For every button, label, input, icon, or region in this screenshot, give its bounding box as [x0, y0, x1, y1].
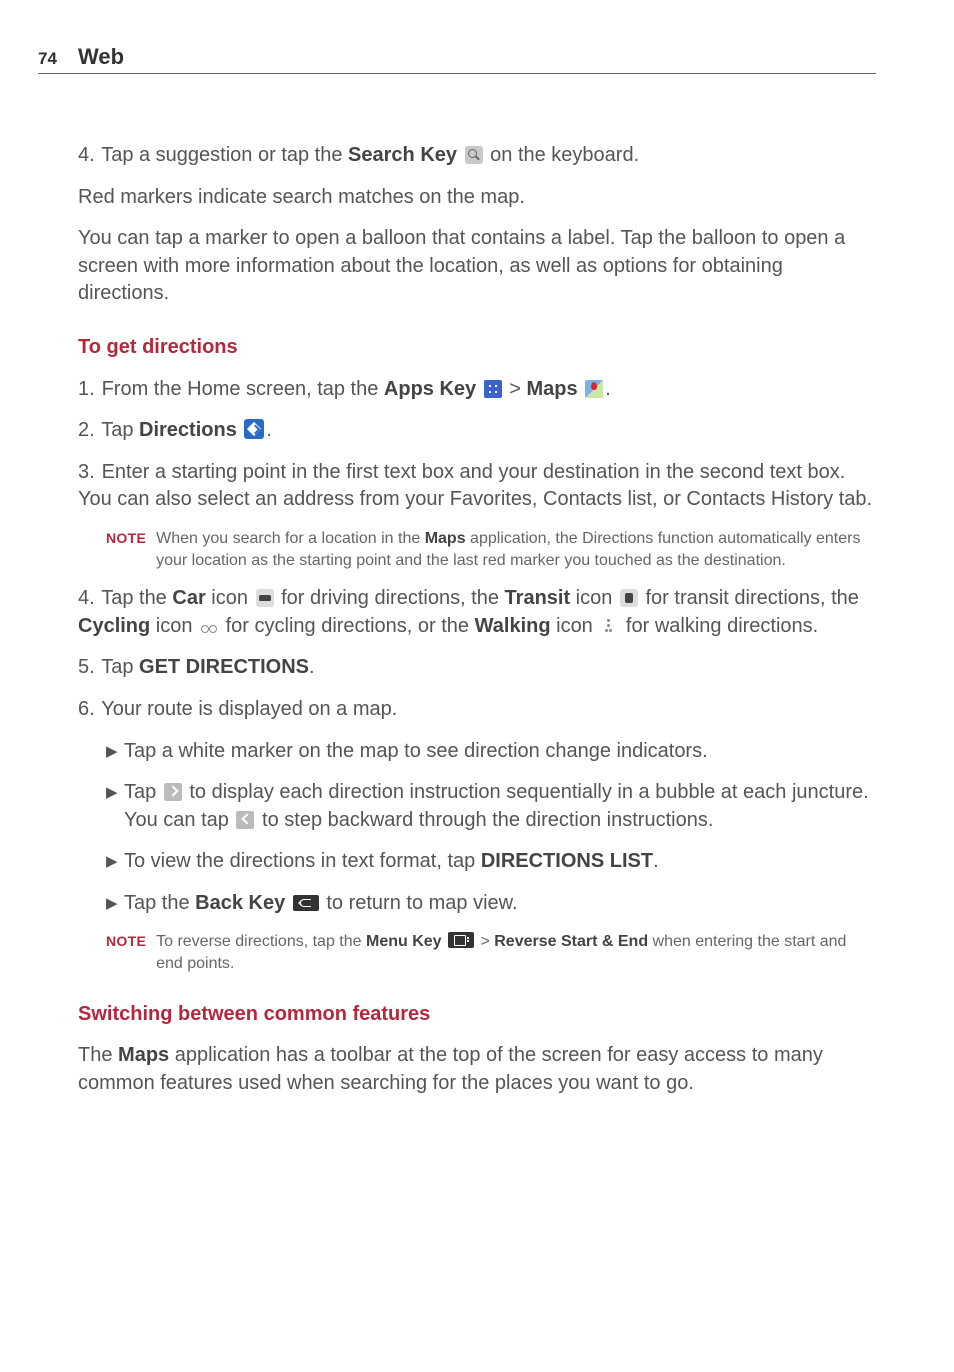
dir-step-3: 3. Enter a starting point in the first t…: [78, 459, 876, 514]
directions-label: Directions: [139, 419, 237, 441]
get-directions-label: GET DIRECTIONS: [139, 656, 309, 678]
menu-icon: [448, 932, 474, 948]
heading-switching: Switching between common features: [78, 1001, 876, 1029]
next-icon: [164, 783, 182, 801]
step-number: 3.: [78, 459, 96, 487]
text: To view the directions in text format, t…: [124, 850, 481, 872]
dir-step-2: 2. Tap Directions .: [78, 417, 876, 445]
dir-step-4: 4. Tap the Car icon for driving directio…: [78, 585, 876, 640]
text: to step backward through the direction i…: [256, 809, 713, 831]
text: To view the directions in text format, t…: [124, 848, 876, 876]
bullet-2: ▶ Tap to display each direction instruct…: [106, 779, 876, 834]
bullet-icon: ▶: [106, 890, 124, 918]
heading-get-directions: To get directions: [78, 334, 876, 362]
note-label: NOTE: [106, 528, 146, 571]
directions-list-label: DIRECTIONS LIST: [481, 850, 653, 872]
step-number: 4.: [78, 142, 96, 170]
note-text: To reverse directions, tap the Menu Key …: [156, 931, 876, 974]
text: Tap the: [101, 587, 172, 609]
back-icon: [293, 895, 319, 911]
balloon-text: You can tap a marker to open a balloon t…: [78, 225, 876, 308]
text: icon: [150, 615, 198, 637]
text: Tap a white marker on the map to see dir…: [124, 738, 876, 766]
search-key-label: Search Key: [348, 144, 457, 166]
text: To reverse directions, tap the: [156, 933, 366, 950]
page-header: 74 Web: [38, 44, 876, 74]
section-title: Web: [78, 44, 124, 70]
apps-icon: [484, 380, 502, 398]
search-icon: [465, 146, 483, 164]
text: icon: [551, 615, 599, 637]
bullet-icon: ▶: [106, 779, 124, 834]
prev-icon: [236, 811, 254, 829]
text: for driving directions, the: [276, 587, 505, 609]
maps-icon: [585, 380, 603, 398]
cycling-icon: [200, 617, 218, 635]
back-key-label: Back Key: [195, 892, 285, 914]
text: Tap: [101, 419, 139, 441]
maps-bold: Maps: [118, 1044, 169, 1066]
bullet-icon: ▶: [106, 848, 124, 876]
text: From the Home screen, tap the: [102, 378, 384, 400]
note-label: NOTE: [106, 931, 146, 974]
red-markers-text: Red markers indicate search matches on t…: [78, 184, 876, 212]
bullet-icon: ▶: [106, 738, 124, 766]
text: icon: [570, 587, 618, 609]
text: Tap the: [124, 892, 195, 914]
bullet-1: ▶ Tap a white marker on the map to see d…: [106, 738, 876, 766]
note-1: NOTE When you search for a location in t…: [106, 528, 876, 571]
text: Tap: [101, 656, 139, 678]
text: for walking directions.: [620, 615, 818, 637]
dir-step-6: 6. Your route is displayed on a map.: [78, 696, 876, 724]
step-number: 6.: [78, 696, 96, 724]
dir-step-5: 5. Tap GET DIRECTIONS.: [78, 654, 876, 682]
text: .: [605, 378, 611, 400]
transit-label: Transit: [505, 587, 571, 609]
transit-icon: [620, 589, 638, 607]
maps-label: Maps: [527, 378, 578, 400]
bullet-3: ▶ To view the directions in text format,…: [106, 848, 876, 876]
car-label: Car: [172, 587, 205, 609]
gt: >: [504, 378, 527, 400]
gt: >: [476, 933, 494, 950]
text: application has a toolbar at the top of …: [78, 1044, 823, 1094]
step-4: 4. Tap a suggestion or tap the Search Ke…: [78, 142, 876, 170]
text: Tap the Back Key to return to map view.: [124, 890, 876, 918]
text: .: [653, 850, 659, 872]
apps-key-label: Apps Key: [384, 378, 476, 400]
text: icon: [206, 587, 254, 609]
page-number: 74: [38, 49, 78, 69]
walking-icon: [600, 617, 618, 635]
note-text: When you search for a location in the Ma…: [156, 528, 876, 571]
directions-icon: [244, 419, 264, 439]
step-number: 4.: [78, 585, 96, 613]
step-number: 2.: [78, 417, 96, 445]
reverse-label: Reverse Start & End: [494, 933, 648, 950]
text: Your route is displayed on a map.: [101, 698, 397, 720]
bullet-4: ▶ Tap the Back Key to return to map view…: [106, 890, 876, 918]
text: .: [309, 656, 315, 678]
text: When you search for a location in the: [156, 530, 425, 547]
switching-paragraph: The Maps application has a toolbar at th…: [78, 1042, 876, 1097]
text: Tap: [124, 781, 162, 803]
maps-bold: Maps: [425, 530, 466, 547]
step-number: 1.: [78, 376, 96, 404]
text: for cycling directions, or the: [220, 615, 475, 637]
text: to return to map view.: [326, 892, 517, 914]
walking-label: Walking: [475, 615, 551, 637]
text: Tap to display each direction instructio…: [124, 779, 876, 834]
text: The: [78, 1044, 118, 1066]
text: on the keyboard.: [485, 144, 640, 166]
car-icon: [256, 589, 274, 607]
menu-key-label: Menu Key: [366, 933, 442, 950]
step-number: 5.: [78, 654, 96, 682]
text: .: [266, 419, 272, 441]
text: Enter a starting point in the first text…: [78, 461, 872, 511]
note-2: NOTE To reverse directions, tap the Menu…: [106, 931, 876, 974]
dir-step-1: 1. From the Home screen, tap the Apps Ke…: [78, 376, 876, 404]
cycling-label: Cycling: [78, 615, 150, 637]
text: Tap a suggestion or tap the: [101, 144, 348, 166]
text: for transit directions, the: [640, 587, 859, 609]
